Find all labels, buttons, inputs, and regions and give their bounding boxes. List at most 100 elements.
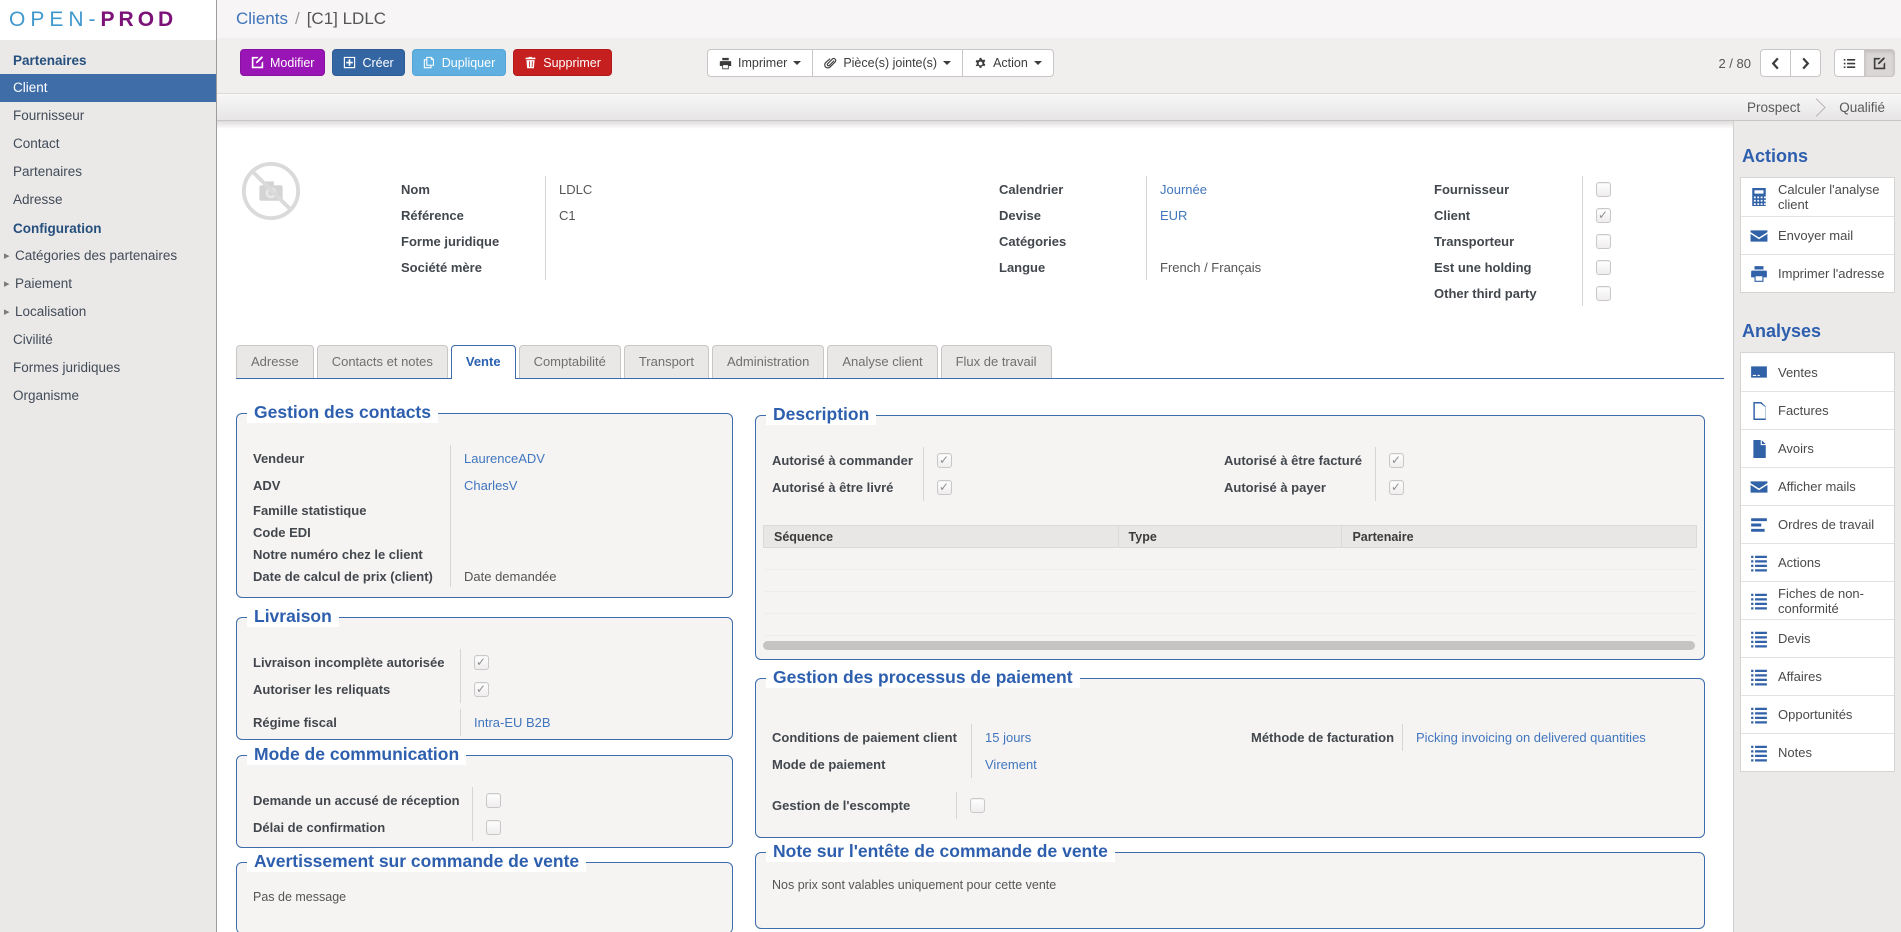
form-view-icon: [1873, 57, 1886, 70]
tab-administration[interactable]: Administration: [712, 345, 824, 378]
field-value: C1: [546, 208, 576, 223]
analysis-actions[interactable]: Actions: [1741, 543, 1894, 581]
table-row[interactable]: [764, 592, 1697, 614]
toolbar-dropdowns: Imprimer Pièce(s) jointe(s) Action: [707, 49, 1054, 77]
form-view-button[interactable]: [1864, 49, 1895, 77]
analysis-fiches-non-conformite[interactable]: Fiches de non-conformité: [1741, 581, 1894, 619]
delai-confirmation-checkbox[interactable]: [486, 820, 501, 835]
dupliquer-button[interactable]: Dupliquer: [412, 49, 507, 76]
fournisseur-checkbox[interactable]: [1596, 182, 1611, 197]
escompte-checkbox[interactable]: [970, 798, 985, 813]
gear-icon: [974, 57, 987, 70]
status-step-qualifie[interactable]: Qualifié: [1839, 100, 1885, 115]
column-header-partenaire[interactable]: Partenaire: [1342, 526, 1697, 548]
sidebar-item-paiement[interactable]: ▸Paiement: [0, 270, 216, 298]
action-imprimer-adresse[interactable]: Imprimer l'adresse: [1741, 254, 1894, 292]
field-societe-mere: Société mère: [401, 254, 592, 280]
section-title: Gestion des contacts: [247, 402, 438, 423]
sidebar-item-partenaires[interactable]: Partenaires: [0, 158, 216, 186]
sidebar-item-contact[interactable]: Contact: [0, 130, 216, 158]
pager-next-button[interactable]: [1790, 49, 1821, 77]
list-view-button[interactable]: [1834, 49, 1865, 77]
client-checkbox[interactable]: [1596, 208, 1611, 223]
analysis-ordres-de-travail[interactable]: Ordres de travail: [1741, 505, 1894, 543]
copy-icon: [423, 56, 436, 69]
sidebar-item-categories-des-partenaires[interactable]: ▸Catégories des partenaires: [0, 242, 216, 270]
section-description: Description Autorisé à commander Autoris…: [755, 415, 1705, 660]
reliquats-checkbox[interactable]: [474, 682, 489, 697]
panel-item-label: Actions: [1778, 555, 1821, 570]
analysis-notes[interactable]: Notes: [1741, 733, 1894, 771]
sidebar-section-configuration: Configuration: [0, 214, 216, 242]
supprimer-button[interactable]: Supprimer: [513, 49, 612, 76]
sidebar-item-client[interactable]: Client: [0, 74, 216, 102]
sidebar-item-adresse[interactable]: Adresse: [0, 186, 216, 214]
action-calculer-analyse-client[interactable]: Calculer l'analyse client: [1741, 178, 1894, 216]
calendrier-link[interactable]: Journée: [1147, 182, 1207, 197]
analysis-factures[interactable]: Factures: [1741, 391, 1894, 429]
holding-checkbox[interactable]: [1596, 260, 1611, 275]
column-header-sequence[interactable]: Séquence: [764, 526, 1119, 548]
autorise-payer-checkbox[interactable]: [1389, 480, 1404, 495]
autorise-facture-checkbox[interactable]: [1389, 453, 1404, 468]
transporteur-checkbox[interactable]: [1596, 234, 1611, 249]
column-header-type[interactable]: Type: [1118, 526, 1342, 548]
breadcrumb-parent-link[interactable]: Clients: [236, 9, 288, 28]
tab-transport[interactable]: Transport: [624, 345, 709, 378]
field-livraison-incomplete: Livraison incomplète autorisée: [253, 649, 720, 676]
adv-link[interactable]: CharlesV: [451, 478, 517, 493]
tab-adresse[interactable]: Adresse: [236, 345, 314, 378]
creer-button[interactable]: Créer: [332, 49, 404, 76]
sidebar-item-label: Paiement: [15, 276, 72, 291]
table-row[interactable]: [764, 614, 1697, 636]
sidebar-item-localisation[interactable]: ▸Localisation: [0, 298, 216, 326]
field-categories: Catégories: [999, 228, 1261, 254]
analysis-devis[interactable]: Devis: [1741, 619, 1894, 657]
autorise-livre-checkbox[interactable]: [937, 480, 952, 495]
field-value: Date demandée: [451, 569, 557, 584]
table-row[interactable]: [764, 548, 1697, 570]
modifier-button[interactable]: Modifier: [240, 49, 325, 76]
accuse-reception-checkbox[interactable]: [486, 793, 501, 808]
tab-vente[interactable]: Vente: [451, 345, 516, 379]
credit-card-icon: [1749, 363, 1769, 381]
horizontal-scrollbar[interactable]: [763, 641, 1695, 650]
section-title: Description: [766, 404, 876, 425]
pager-prev-button[interactable]: [1760, 49, 1791, 77]
tab-comptabilite[interactable]: Comptabilité: [519, 345, 621, 378]
sidebar-item-fournisseur[interactable]: Fournisseur: [0, 102, 216, 130]
mode-paiement-link[interactable]: Virement: [972, 757, 1037, 772]
analysis-opportunites[interactable]: Opportunités: [1741, 695, 1894, 733]
field-label: Livraison incomplète autorisée: [253, 649, 461, 676]
action-dropdown[interactable]: Action: [962, 49, 1054, 77]
tab-contacts-et-notes[interactable]: Contacts et notes: [317, 345, 448, 378]
tab-flux-de-travail[interactable]: Flux de travail: [941, 345, 1052, 378]
table-row[interactable]: [764, 570, 1697, 592]
action-envoyer-mail[interactable]: Envoyer mail: [1741, 216, 1894, 254]
devise-link[interactable]: EUR: [1147, 208, 1187, 223]
status-step-prospect[interactable]: Prospect: [1747, 100, 1800, 115]
livraison-incomplete-checkbox[interactable]: [474, 655, 489, 670]
analysis-avoirs[interactable]: Avoirs: [1741, 429, 1894, 467]
pieces-jointes-dropdown[interactable]: Pièce(s) jointe(s): [812, 49, 963, 77]
camera-slash-icon: [240, 160, 302, 222]
panel-item-label: Affaires: [1778, 669, 1822, 684]
imprimer-dropdown[interactable]: Imprimer: [707, 49, 813, 77]
panel-item-label: Imprimer l'adresse: [1778, 266, 1885, 281]
field-regime-fiscal: Régime fiscalIntra-EU B2B: [253, 709, 720, 736]
sidebar-item-organisme[interactable]: Organisme: [0, 382, 216, 410]
methode-facturation-link[interactable]: Picking invoicing on delivered quantitie…: [1403, 730, 1646, 745]
tab-analyse-client[interactable]: Analyse client: [827, 345, 937, 378]
sidebar-item-civilite[interactable]: Civilité: [0, 326, 216, 354]
sidebar-item-formes-juridiques[interactable]: Formes juridiques: [0, 354, 216, 382]
conditions-paiement-link[interactable]: 15 jours: [972, 730, 1031, 745]
analysis-afficher-mails[interactable]: Afficher mails: [1741, 467, 1894, 505]
other-third-party-checkbox[interactable]: [1596, 286, 1611, 301]
vendeur-link[interactable]: LaurenceADV: [451, 451, 545, 466]
analysis-ventes[interactable]: Ventes: [1741, 353, 1894, 391]
analysis-affaires[interactable]: Affaires: [1741, 657, 1894, 695]
regime-fiscal-link[interactable]: Intra-EU B2B: [461, 715, 551, 730]
chevron-left-icon: [1769, 57, 1782, 70]
field-label: Délai de confirmation: [253, 814, 473, 841]
autorise-commander-checkbox[interactable]: [937, 453, 952, 468]
